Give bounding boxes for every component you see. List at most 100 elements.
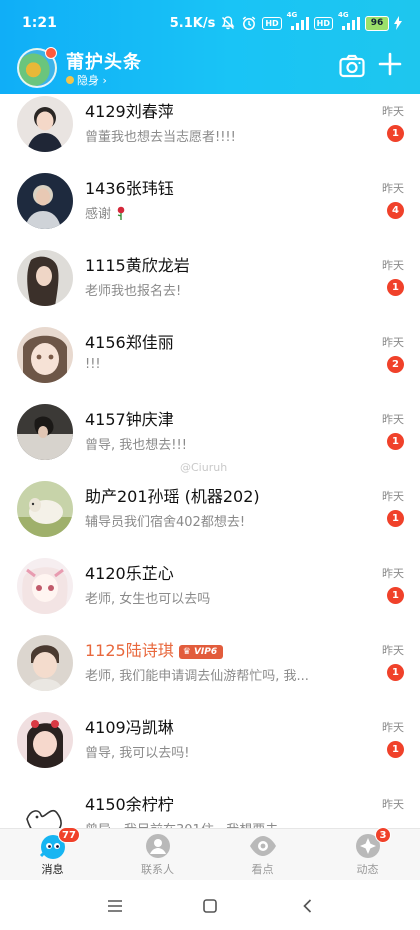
contact-name: 1436张玮钰 <box>85 179 174 198</box>
contact-avatar <box>17 250 73 306</box>
contact-avatar <box>17 635 73 691</box>
contact-name: 1115黄欣龙岩 <box>85 256 190 275</box>
feed-unread-badge: 3 <box>375 827 391 843</box>
conversation-item[interactable]: 4109冯凯琳 曾导, 我可以去吗! 昨天 1 <box>0 710 420 787</box>
message-preview-text: 感谢 <box>85 207 112 222</box>
contact-name: 1125陆诗琪 ♛ VIP6 <box>85 637 224 661</box>
signal-1: 4G <box>287 11 309 31</box>
battery: 96 <box>365 15 389 31</box>
alarm-icon <box>243 16 256 30</box>
conversation-item[interactable]: 1115黄欣龙岩 老师我也报名去! 昨天 1 <box>0 248 420 325</box>
mute-icon <box>221 16 235 30</box>
message-preview: 曾导，我目前在301住...我想要去 <box>85 819 363 828</box>
message-time: 昨天 <box>382 413 404 426</box>
conversation-item[interactable]: 1125陆诗琪 ♛ VIP6 老师, 我们能申请调去仙游帮忙吗, 我... 昨天 … <box>0 633 420 710</box>
crown-icon: ♛ <box>182 647 191 657</box>
message-time: 昨天 <box>382 490 404 503</box>
conversation-item[interactable]: 4120乐芷心 老师, 女生也可以去吗 昨天 1 <box>0 556 420 633</box>
online-status[interactable]: 隐身 › <box>66 72 107 88</box>
unread-badge: 1 <box>387 587 404 604</box>
system-nav-bar <box>0 880 420 930</box>
contact-name-text: 1125陆诗琪 <box>85 641 174 660</box>
contact-name: 4120乐芷心 <box>85 564 174 583</box>
header: 1:21 5.1K/s HD 4G HD 4G 96 莆护头条 隐身 › <box>0 0 420 94</box>
online-status-label: 隐身 › <box>77 74 107 87</box>
home-icon[interactable] <box>201 897 219 915</box>
contact-avatar <box>17 558 73 614</box>
signal-bars-icon <box>342 17 360 30</box>
account-name[interactable]: 莆护头条 <box>66 48 142 74</box>
conversation-item[interactable]: 4156郑佳丽 !!! 昨天 2 <box>0 325 420 402</box>
message-time: 昨天 <box>382 182 404 195</box>
conversation-item[interactable]: 助产201孙瑶 (机器202) 辅导员我们宿舍402都想去! 昨天 1 <box>0 479 420 556</box>
unread-badge: 1 <box>387 510 404 527</box>
messages-unread-badge: 77 <box>58 827 80 843</box>
add-icon[interactable] <box>378 52 402 76</box>
qq-messages-screen: 1:21 5.1K/s HD 4G HD 4G 96 莆护头条 隐身 › 412… <box>0 0 420 930</box>
contact-avatar <box>17 712 73 768</box>
contact-avatar <box>17 481 73 537</box>
unread-badge: 1 <box>387 433 404 450</box>
tab-label: 看点 <box>251 863 274 876</box>
tab-label: 动态 <box>356 863 379 876</box>
eye-icon <box>250 836 276 856</box>
unread-badge: 4 <box>387 202 404 219</box>
hd-tag-2: HD <box>313 16 333 30</box>
unread-badge: 1 <box>387 279 404 296</box>
signal-2: 4G <box>338 11 360 31</box>
message-time: 昨天 <box>382 105 404 118</box>
menu-icon[interactable] <box>106 897 124 915</box>
contact-name: 4109冯凯琳 <box>85 718 174 737</box>
tab-discover[interactable]: 看点 <box>210 829 315 881</box>
conversation-item[interactable]: 4150余柠柠 曾导，我目前在301住...我想要去 昨天 <box>0 787 420 828</box>
status-bar: 1:21 5.1K/s HD 4G HD 4G 96 <box>0 0 420 44</box>
contacts-icon <box>146 834 170 858</box>
contact-name: 4129刘春萍 <box>85 102 174 121</box>
unread-badge: 1 <box>387 741 404 758</box>
title-bar: 莆护头条 隐身 › <box>0 44 420 94</box>
avatar-notification-dot <box>45 47 57 59</box>
status-time: 1:21 <box>22 15 57 31</box>
status-indicators: 5.1K/s HD 4G HD 4G 96 <box>169 11 402 32</box>
message-preview: 老师我也报名去! <box>85 284 182 299</box>
message-preview: 曾导, 我可以去吗! <box>85 746 190 761</box>
status-dot-icon <box>66 76 74 84</box>
message-time: 昨天 <box>382 567 404 580</box>
battery-level: 96 <box>365 15 389 31</box>
message-time: 昨天 <box>382 336 404 349</box>
message-time: 昨天 <box>382 259 404 272</box>
message-preview: !!! <box>85 357 101 372</box>
bottom-tab-bar: 77 消息 联系人 看点 3 动态 <box>0 827 420 881</box>
contact-avatar <box>17 327 73 383</box>
camera-icon[interactable] <box>339 54 365 78</box>
unread-badge: 1 <box>387 664 404 681</box>
hd-tag-1: HD <box>262 16 282 30</box>
conversation-item[interactable]: 1436张玮钰 感谢 昨天 4 <box>0 171 420 248</box>
net-speed: 5.1K/s <box>169 15 216 31</box>
charging-icon <box>394 16 402 30</box>
vip-badge: ♛ VIP6 <box>178 645 224 659</box>
unread-badge: 2 <box>387 356 404 373</box>
contact-avatar <box>17 789 73 828</box>
tab-label: 消息 <box>41 863 64 876</box>
conversation-list[interactable]: 4129刘春萍 曾董我也想去当志愿者!!!! 昨天 1 1436张玮钰 感谢 昨… <box>0 94 420 828</box>
contact-name: 4150余柠柠 <box>85 795 174 814</box>
contact-name: 4156郑佳丽 <box>85 333 174 352</box>
back-icon[interactable] <box>299 897 317 915</box>
message-time: 昨天 <box>382 798 404 811</box>
tab-contacts[interactable]: 联系人 <box>105 829 210 881</box>
message-preview: 曾导, 我也想去!!! <box>85 438 187 453</box>
message-preview: 老师, 女生也可以去吗 <box>85 592 211 607</box>
conversation-item[interactable]: 4129刘春萍 曾董我也想去当志愿者!!!! 昨天 1 <box>0 94 420 171</box>
message-preview: 感谢 <box>85 203 363 222</box>
signal-bars-icon <box>290 17 309 30</box>
message-preview: 老师, 我们能申请调去仙游帮忙吗, 我... <box>85 669 309 684</box>
tab-messages[interactable]: 77 消息 <box>0 827 105 881</box>
tab-feed[interactable]: 3 动态 <box>315 827 420 881</box>
contact-avatar <box>17 404 73 460</box>
rose-icon <box>117 206 125 220</box>
unread-badge: 1 <box>387 125 404 142</box>
contact-name: 4157钟庆津 <box>85 410 174 429</box>
contact-avatar <box>17 96 73 152</box>
vip-label: VIP6 <box>193 647 218 657</box>
